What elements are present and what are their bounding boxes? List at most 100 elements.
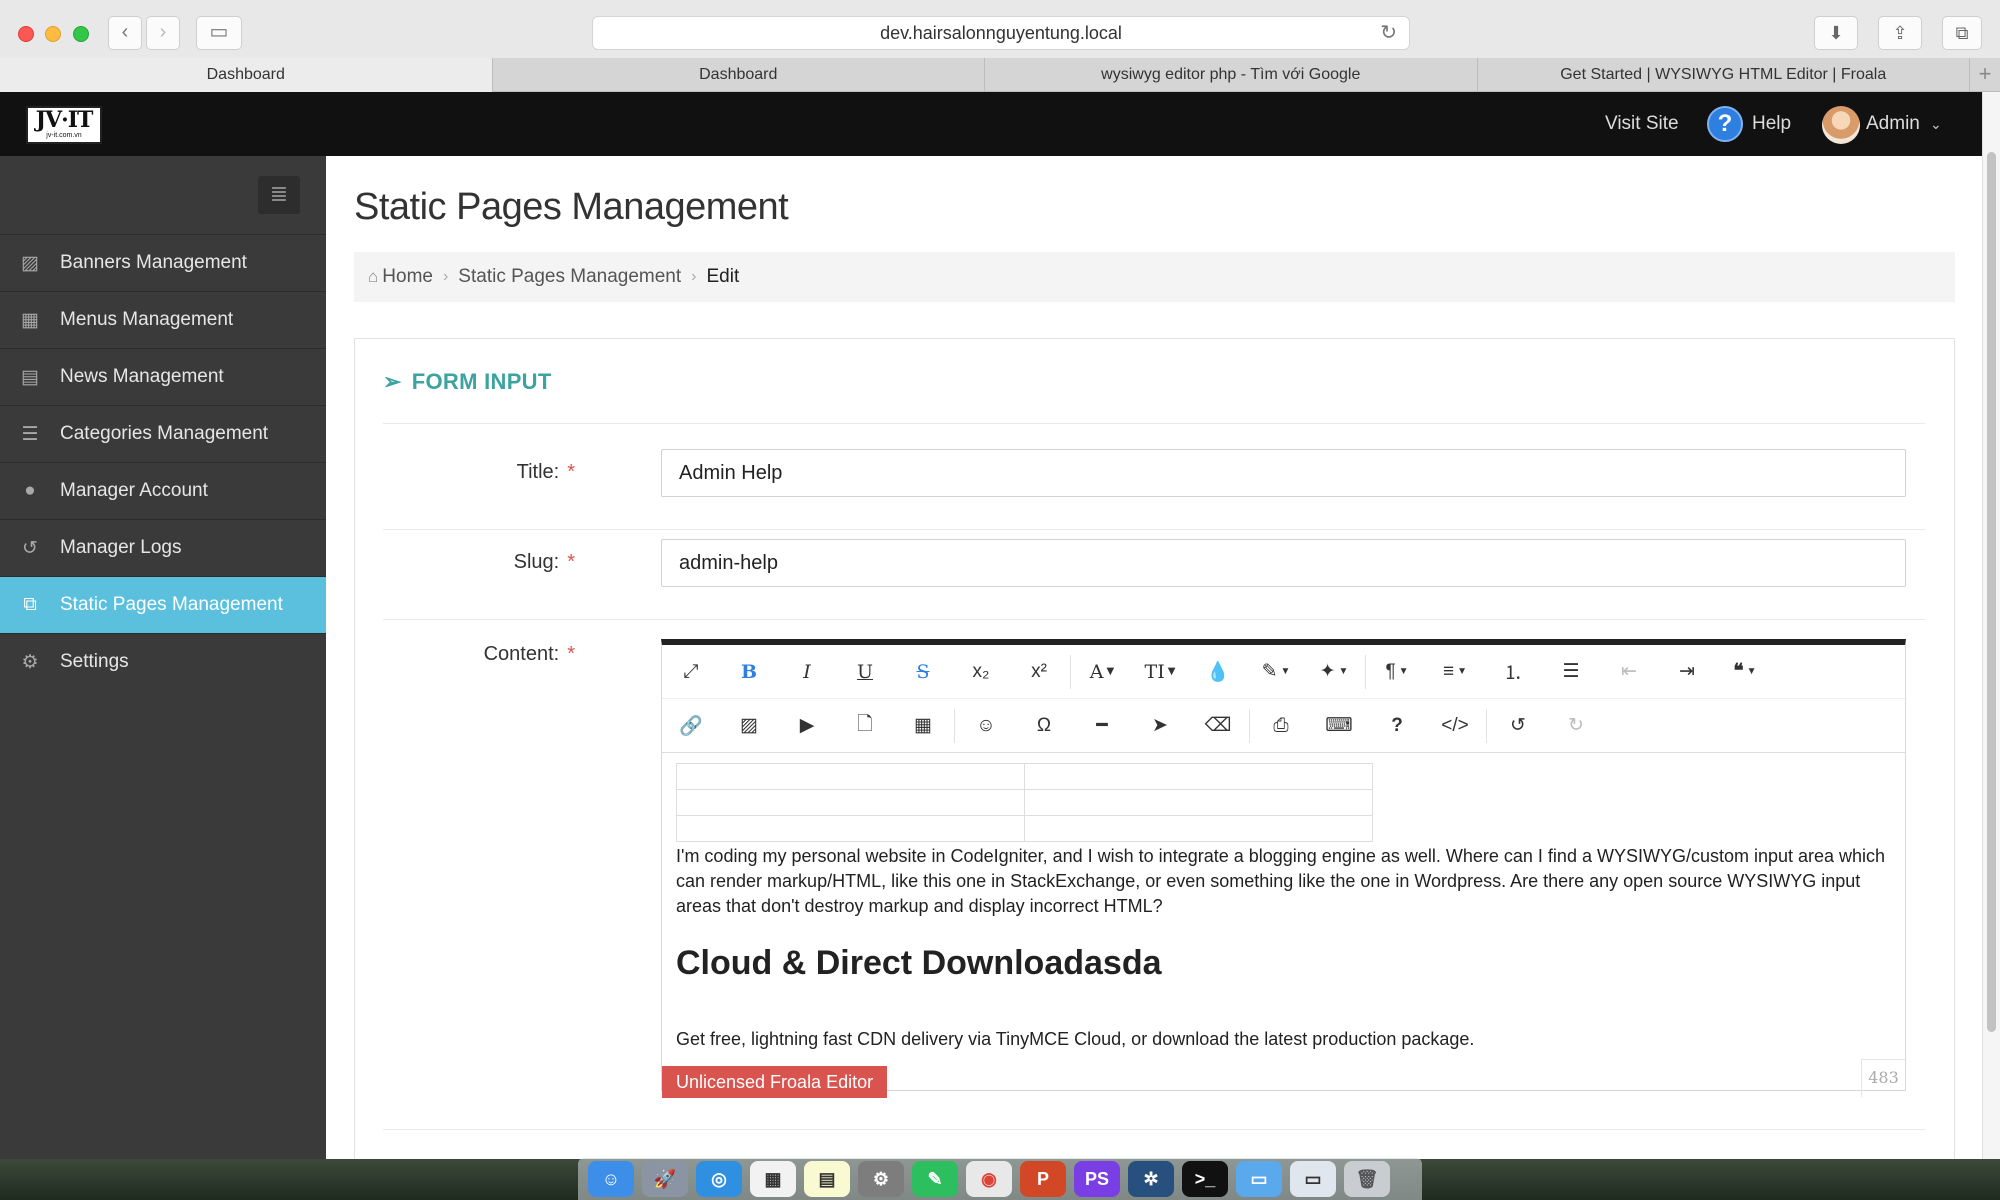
unordered-list-icon[interactable]: ☰ [1542, 652, 1600, 692]
evernote-icon[interactable]: ✎ [912, 1161, 958, 1197]
horizontal-line-icon[interactable]: ━ [1073, 706, 1131, 746]
dock: ☺ 🚀 ◎ ▦ ▤ ⚙ ✎ ◉ P PS ✲ >_ ▭ ▭ 🗑 [578, 1158, 1422, 1200]
editor-content[interactable]: I'm coding my personal website in CodeIg… [676, 763, 1891, 1063]
help-icon[interactable]: ? [1707, 106, 1743, 142]
system-preferences-icon[interactable]: ⚙ [858, 1161, 904, 1197]
italic-icon[interactable]: I [778, 652, 836, 692]
sidebar-item-menus[interactable]: ▦ Menus Management [0, 291, 326, 348]
sidebar-item-categories[interactable]: ☰ Categories Management [0, 405, 326, 462]
indent-icon[interactable]: ⇥ [1658, 652, 1716, 692]
help-link[interactable]: Help [1752, 92, 1791, 156]
breadcrumb-section[interactable]: Static Pages Management [458, 266, 681, 288]
strikethrough-icon[interactable]: S [894, 652, 952, 692]
table-cell[interactable] [676, 763, 1025, 790]
browser-tab[interactable]: Dashboard [493, 58, 985, 92]
file-icon[interactable]: 🗋 [836, 706, 894, 746]
downloads-folder-icon[interactable]: ▭ [1290, 1161, 1336, 1197]
reload-icon[interactable]: ↻ [1380, 17, 1397, 49]
terminal-icon[interactable]: >_ [1182, 1161, 1228, 1197]
folder-icon[interactable]: ▭ [1236, 1161, 1282, 1197]
underline-icon[interactable]: U [836, 652, 894, 692]
share-icon[interactable]: ⇪ [1878, 16, 1922, 50]
table-cell[interactable] [1024, 815, 1373, 842]
table-icon[interactable]: ▦ [894, 706, 952, 746]
special-characters-icon[interactable]: Ω [1015, 706, 1073, 746]
page-scrollbar[interactable] [1982, 92, 2000, 1159]
browser-tab[interactable]: wysiwyg editor php - Tìm với Google [985, 58, 1478, 92]
title-input[interactable]: Admin Help [661, 449, 1906, 497]
font-family-icon[interactable]: A ▼ [1073, 652, 1131, 692]
trash-icon[interactable]: 🗑 [1344, 1161, 1390, 1197]
sidebar-item-logs[interactable]: ↺ Manager Logs [0, 519, 326, 576]
sidebar-item-news[interactable]: ▤ News Management [0, 348, 326, 405]
clear-formatting-icon[interactable]: ⌫ [1189, 706, 1247, 746]
help-icon[interactable]: ? [1368, 706, 1426, 746]
notes-icon[interactable]: ▤ [804, 1161, 850, 1197]
sourcetree-icon[interactable]: ✲ [1128, 1161, 1174, 1197]
keyboard-icon[interactable]: ⌨ [1310, 706, 1368, 746]
quote-icon[interactable]: ❝ ▼ [1716, 652, 1774, 692]
address-bar[interactable]: dev.hairsalonnguyentung.local ↻ [592, 16, 1410, 50]
avatar[interactable] [1822, 106, 1860, 144]
unlicensed-banner[interactable]: Unlicensed Froala Editor [662, 1066, 888, 1098]
table-cell[interactable] [676, 815, 1025, 842]
table-cell[interactable] [676, 789, 1025, 816]
sidebar-item-static-pages[interactable]: ⧉ Static Pages Management [0, 576, 326, 633]
browser-tab[interactable]: Dashboard [0, 58, 493, 92]
chrome-icon[interactable]: ◉ [966, 1161, 1012, 1197]
ordered-list-icon[interactable]: ⒈ [1484, 652, 1542, 692]
magic-wand-icon[interactable]: ✦ ▼ [1305, 652, 1363, 692]
sidebar-toggle-icon[interactable]: ▭ [196, 16, 242, 50]
redo-icon[interactable]: ↻ [1547, 706, 1605, 746]
slug-input[interactable]: admin-help [661, 539, 1906, 587]
new-tab-button[interactable]: + [1970, 58, 2000, 91]
phpstorm-icon[interactable]: PS [1074, 1161, 1120, 1197]
image-icon[interactable]: ▨ [720, 706, 778, 746]
print-icon[interactable]: ⎙ [1252, 706, 1310, 746]
launchpad-icon[interactable]: 🚀 [642, 1161, 688, 1197]
sidebar-item-banners[interactable]: ▨ Banners Management [0, 234, 326, 291]
finder-icon[interactable]: ☺ [588, 1161, 634, 1197]
select-all-icon[interactable]: ➤ [1131, 706, 1189, 746]
menu-toggle-icon[interactable]: ≣ [258, 176, 300, 214]
paragraph-format-icon[interactable]: ¶ ▼ [1368, 652, 1426, 692]
calendar-icon[interactable]: ▦ [750, 1161, 796, 1197]
video-icon[interactable]: ▶ [778, 706, 836, 746]
visit-site-link[interactable]: Visit Site [1605, 92, 1679, 156]
table-cell[interactable] [1024, 789, 1373, 816]
superscript-icon[interactable]: x² [1010, 652, 1068, 692]
powerpoint-icon[interactable]: P [1020, 1161, 1066, 1197]
window-close-button[interactable] [18, 26, 34, 42]
browser-tab[interactable]: Get Started | WYSIWYG HTML Editor | Froa… [1478, 58, 1970, 92]
outdent-icon[interactable]: ⇤ [1600, 652, 1658, 692]
emoticon-icon[interactable]: ☺ [957, 706, 1015, 746]
downloads-icon[interactable]: ⬇ [1814, 16, 1858, 50]
sidebar-item-account[interactable]: ● Manager Account [0, 462, 326, 519]
subscript-icon[interactable]: x₂ [952, 652, 1010, 692]
content-table[interactable] [676, 763, 1373, 842]
window-zoom-button[interactable] [73, 26, 89, 42]
bold-icon[interactable]: B [720, 652, 778, 692]
sidebar-item-settings[interactable]: ⚙ Settings [0, 633, 326, 690]
align-icon[interactable]: ≡ ▼ [1426, 652, 1484, 692]
font-size-icon[interactable]: TI ▼ [1131, 652, 1189, 692]
editor-toolbar-row-2: 🔗 ▨ ▶ 🗋 ▦ ☺ Ω ━ ➤ ⌫ ⎙ ⌨ ? </> ↺ ↻ [662, 699, 1905, 753]
scrollbar-thumb[interactable] [1987, 152, 1996, 1032]
chevron-down-icon[interactable]: ⌄ [1930, 92, 1942, 156]
tabs-overview-icon[interactable]: ⧉ [1942, 16, 1982, 50]
logo[interactable]: JV·IT jv-it.com.vn [26, 106, 102, 144]
color-icon[interactable]: 💧 [1189, 652, 1247, 692]
breadcrumb-home[interactable]: Home [382, 266, 433, 288]
table-cell[interactable] [1024, 763, 1373, 790]
code-view-icon[interactable]: </> [1426, 706, 1484, 746]
fullscreen-icon[interactable]: ⤢ [662, 652, 720, 692]
paint-brush-icon[interactable]: ✎ ▼ [1247, 652, 1305, 692]
safari-icon[interactable]: ◎ [696, 1161, 742, 1197]
user-menu[interactable]: Admin [1866, 92, 1920, 156]
link-icon[interactable]: 🔗 [662, 706, 720, 746]
browser-toolbar: ‹ › ▭ dev.hairsalonnguyentung.local ↻ ⬇ … [0, 0, 2000, 66]
back-button[interactable]: ‹ [108, 16, 142, 50]
window-minimize-button[interactable] [45, 26, 61, 42]
forward-button[interactable]: › [146, 16, 180, 50]
undo-icon[interactable]: ↺ [1489, 706, 1547, 746]
